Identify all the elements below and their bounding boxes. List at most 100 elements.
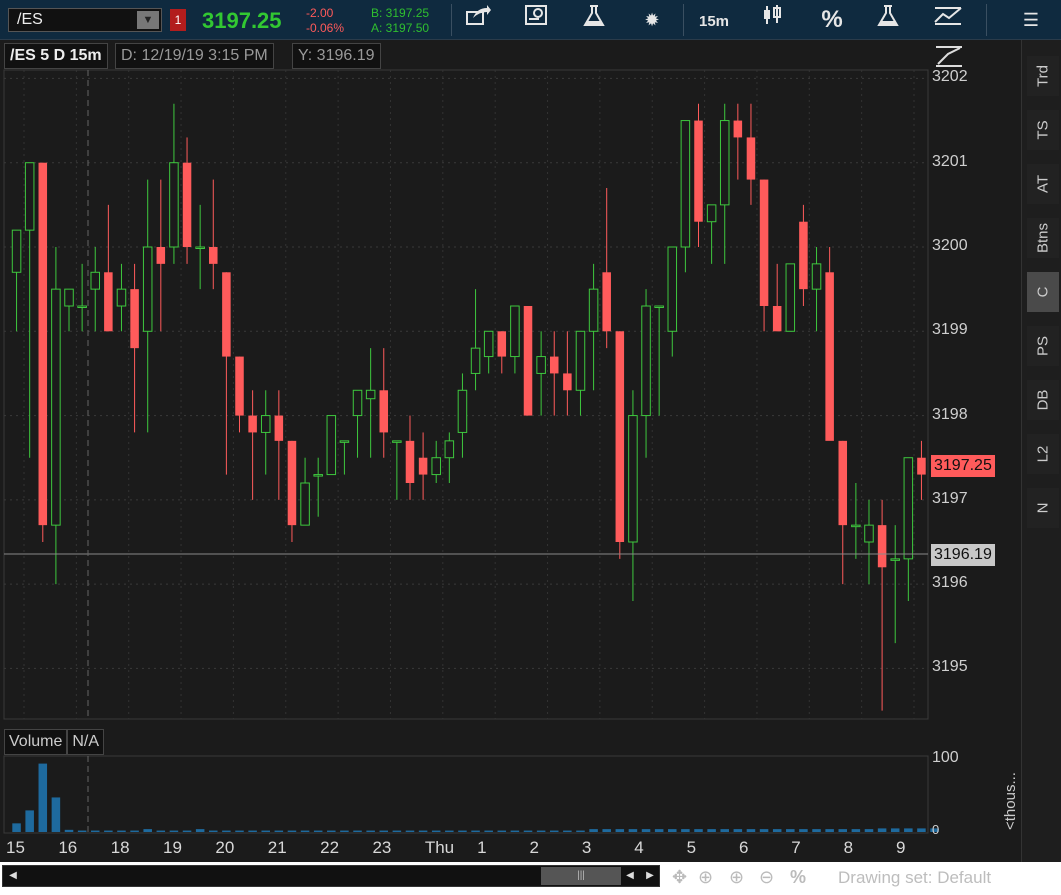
- ask-value: A: 3197.50: [371, 21, 430, 35]
- volume-bar: [825, 829, 834, 832]
- candle-down: [497, 331, 507, 357]
- candle-down: [38, 162, 48, 526]
- candle-up: [260, 415, 271, 433]
- time-axis-label: 23: [372, 838, 392, 857]
- chevron-down-icon[interactable]: ▼: [137, 11, 159, 29]
- price-axis-label: 3201: [932, 152, 968, 170]
- sidebar-tab-db[interactable]: DB: [1027, 380, 1059, 420]
- scroll-left-icon[interactable]: ◀: [3, 867, 23, 885]
- interval-label: 15m: [698, 13, 730, 30]
- scroll-thumb[interactable]: |||: [541, 867, 621, 885]
- chart-symbol-label[interactable]: /ES 5 D 15m: [4, 43, 108, 69]
- volume-bar: [799, 829, 808, 832]
- horizontal-scrollbar[interactable]: ◀ ||| ◀ ▶: [2, 865, 660, 887]
- sidebar-tab-label: AT: [1034, 174, 1052, 194]
- bid-ask: B: 3197.25 A: 3197.50: [371, 6, 429, 36]
- bottom-bar: ◀ ||| ◀ ▶ ✥ ⊕ ⊕ ⊖ % Drawing set: Default: [0, 862, 1061, 895]
- volume-bar: [877, 828, 887, 832]
- volume-bar: [589, 829, 598, 832]
- volume-bar: [707, 829, 716, 832]
- right-sidebar: Trd TS AT Btns C PS DB L2 N: [1021, 40, 1061, 862]
- volume-label[interactable]: Volume: [4, 729, 68, 755]
- percent-button[interactable]: %: [804, 4, 860, 36]
- candle-up: [575, 330, 586, 391]
- scroll-left-icon[interactable]: ◀: [620, 867, 640, 885]
- sidebar-tab-label: N: [1034, 502, 1052, 514]
- volume-bar: [615, 829, 625, 832]
- volume-bar: [654, 829, 664, 832]
- volume-bar: [392, 830, 402, 832]
- volume-bar: [51, 797, 61, 832]
- candle-up: [300, 482, 310, 526]
- volume-bar: [12, 823, 21, 832]
- sidebar-tab-btns[interactable]: Btns: [1027, 218, 1059, 258]
- candle-down: [182, 162, 192, 247]
- sidebar-tab-label: DB: [1034, 389, 1052, 411]
- volume-bar: [772, 829, 782, 832]
- volume-bar: [379, 830, 389, 832]
- sidebar-tab-n[interactable]: N: [1027, 488, 1059, 528]
- volume-pane[interactable]: [3, 755, 929, 834]
- candle-up: [510, 305, 520, 358]
- candle-down: [130, 289, 139, 349]
- volume-bar: [182, 830, 192, 832]
- price-axis-label: 3195: [932, 658, 968, 676]
- volume-axis-top: 100: [932, 749, 959, 766]
- flask-icon[interactable]: [566, 4, 622, 36]
- volume-bar: [641, 829, 651, 832]
- info-icon[interactable]: [508, 4, 564, 36]
- drawing-tools-icon[interactable]: [934, 44, 964, 68]
- sidebar-tab-label: Btns: [1034, 222, 1052, 254]
- sidebar-tab-c[interactable]: C: [1027, 272, 1059, 312]
- candle-down: [917, 457, 926, 475]
- candle-down: [222, 272, 231, 357]
- percent-view-button[interactable]: %: [790, 867, 806, 888]
- interval-selector[interactable]: 15m: [686, 4, 742, 36]
- flask-icon[interactable]: [860, 4, 916, 36]
- scroll-right-icon[interactable]: ▶: [640, 867, 660, 885]
- volume-bar: [209, 830, 218, 832]
- volume-bar: [549, 830, 559, 832]
- sidebar-tab-ts[interactable]: TS: [1027, 110, 1059, 150]
- volume-bar: [720, 829, 729, 832]
- drawing-set-label[interactable]: Drawing set: Default: [838, 868, 991, 888]
- pan-icon[interactable]: ✥: [672, 867, 687, 888]
- volume-bar: [300, 830, 310, 832]
- chart-area[interactable]: /ES 5 D 15m D: 12/19/19 3:15 PM Y: 3196.…: [0, 40, 1021, 862]
- price-axis-label: 3196: [932, 574, 968, 592]
- candle-style-icon[interactable]: [744, 4, 800, 36]
- candle-up: [431, 457, 441, 476]
- bid-value: B: 3197.25: [371, 6, 430, 20]
- sidebar-tab-ps[interactable]: PS: [1027, 326, 1059, 366]
- candle-up: [116, 288, 127, 307]
- sidebar-tab-at[interactable]: AT: [1027, 164, 1059, 204]
- volume-bar: [431, 830, 441, 832]
- time-axis-label: 4: [634, 838, 644, 857]
- share-icon[interactable]: [450, 4, 506, 36]
- time-axis-label: Thu: [424, 838, 455, 857]
- candle-up: [483, 330, 494, 358]
- volume-bar: [890, 828, 900, 832]
- gear-icon[interactable]: ✹: [624, 4, 680, 36]
- zoom-in-icon[interactable]: ⊕: [729, 867, 744, 888]
- symbol-selector[interactable]: /ES ▼: [8, 8, 162, 32]
- menu-icon[interactable]: ☰: [1003, 4, 1059, 36]
- sidebar-tab-l2[interactable]: L2: [1027, 434, 1059, 474]
- candle-up: [903, 457, 914, 560]
- volume-bar: [746, 829, 756, 832]
- sidebar-tab-trd[interactable]: Trd: [1027, 56, 1059, 96]
- chart-canvas[interactable]: [0, 40, 1021, 862]
- zoom-out-icon[interactable]: ⊖: [759, 867, 774, 888]
- candle-up: [444, 440, 455, 459]
- crosshair-icon[interactable]: ⊕: [698, 867, 713, 888]
- volume-bar: [25, 810, 34, 832]
- volume-bar: [90, 830, 100, 832]
- candle-up: [195, 246, 205, 249]
- volume-bar: [366, 830, 375, 832]
- drawing-icon[interactable]: [920, 4, 976, 36]
- volume-bar: [786, 829, 795, 832]
- volume-bar: [838, 829, 848, 832]
- link-group-badge[interactable]: 1: [170, 9, 186, 31]
- volume-bar: [510, 830, 520, 832]
- candle-down: [772, 306, 782, 332]
